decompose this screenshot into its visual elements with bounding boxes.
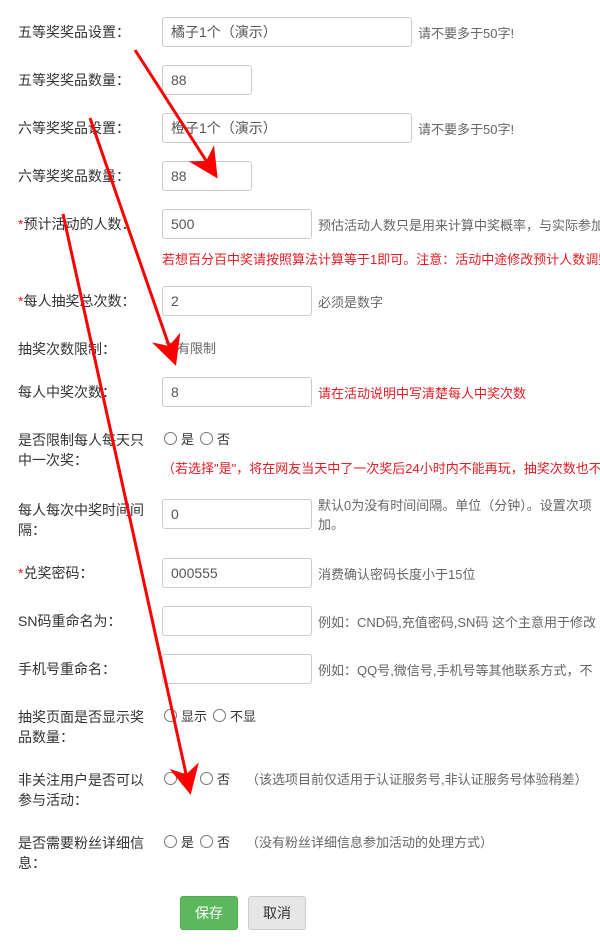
note-daily-one: （若选择"是"，将在网友当天中了一次奖后24小时内不能再玩，抽奖次数也不	[162, 458, 600, 477]
row-redeem: *兑奖密码： 消费确认密码长度小于15位	[0, 549, 600, 597]
label-total-draws: *每人抽奖总次数：	[0, 286, 162, 311]
hint-prize6: 请不要多于50字!	[418, 119, 514, 138]
button-row: 保存 取消	[180, 882, 600, 930]
label-prize6: 六等奖奖品设置：	[0, 113, 162, 138]
input-sn-rename[interactable]	[162, 606, 312, 636]
label-redeem: *兑奖密码：	[0, 558, 162, 583]
hint-prize5: 请不要多于50字!	[418, 23, 514, 42]
radio-hide[interactable]: 不显	[211, 706, 256, 725]
radio-fans-yes[interactable]: 是	[162, 832, 194, 851]
input-prize6[interactable]	[162, 113, 412, 143]
row-prize6-qty: 六等奖奖品数量：	[0, 152, 600, 200]
text-draw-limit: 没有限制	[164, 334, 216, 357]
input-redeem[interactable]	[162, 558, 312, 588]
label-nonfollow: 非关注用户是否可以参与活动：	[0, 765, 162, 810]
label-show-qty: 抽奖页面是否显示奖品数量：	[0, 702, 162, 747]
hint-win-times: 请在活动说明中写清楚每人中奖次数	[318, 383, 526, 402]
label-est-people: *预计活动的人数：	[0, 209, 162, 234]
row-interval: 每人每次中奖时间间隔： 默认0为没有时间间隔。单位（分钟）。设置次项加。	[0, 486, 600, 549]
row-need-fans: 是否需要粉丝详细信息： 是 否 （没有粉丝详细信息参加活动的处理方式）	[0, 819, 600, 882]
hint-total-draws: 必须是数字	[318, 292, 383, 311]
input-phone-rename[interactable]	[162, 654, 312, 684]
save-button[interactable]: 保存	[180, 896, 238, 930]
input-win-times[interactable]	[162, 377, 312, 407]
hint-interval: 默认0为没有时间间隔。单位（分钟）。设置次项加。	[318, 495, 600, 533]
label-sn-rename: SN码重命名为：	[0, 606, 162, 631]
row-total-draws: *每人抽奖总次数： 必须是数字	[0, 277, 600, 325]
row-est-people: *预计活动的人数： 预估活动人数只是用来计算中奖概率，与实际参加 若想百分百中奖…	[0, 200, 600, 277]
note-est-people: 若想百分百中奖请按照算法计算等于1即可。注意：活动中途修改预计人数调整	[162, 249, 600, 268]
row-phone-rename: 手机号重命名： 例如：QQ号,微信号,手机号等其他联系方式，不	[0, 645, 600, 693]
input-est-people[interactable]	[162, 209, 312, 239]
row-nonfollow: 非关注用户是否可以参与活动： 是 否 （该选项目前仅适用于认证服务号,非认证服务…	[0, 756, 600, 819]
hint-fans: （没有粉丝详细信息参加活动的处理方式）	[246, 832, 493, 851]
row-sn-rename: SN码重命名为： 例如：CND码,充值密码,SN码 这个主意用于修改	[0, 597, 600, 645]
hint-est-people: 预估活动人数只是用来计算中奖概率，与实际参加	[318, 215, 600, 234]
row-prize6: 六等奖奖品设置： 请不要多于50字!	[0, 104, 600, 152]
label-interval: 每人每次中奖时间间隔：	[0, 495, 162, 540]
row-prize5: 五等奖奖品设置： 请不要多于50字!	[0, 8, 600, 56]
cancel-button[interactable]: 取消	[248, 896, 306, 930]
input-prize6-qty[interactable]	[162, 161, 252, 191]
row-prize5-qty: 五等奖奖品数量：	[0, 56, 600, 104]
label-win-times: 每人中奖次数：	[0, 377, 162, 402]
row-draw-limit: 抽奖次数限制： 没有限制	[0, 325, 600, 368]
label-prize6-qty: 六等奖奖品数量：	[0, 161, 162, 186]
input-total-draws[interactable]	[162, 286, 312, 316]
label-prize5: 五等奖奖品设置：	[0, 17, 162, 42]
label-draw-limit: 抽奖次数限制：	[0, 334, 162, 359]
label-daily-one: 是否限制每人每天只中一次奖：	[0, 425, 162, 470]
row-daily-one: 是否限制每人每天只中一次奖： 是 否 （若选择"是"，将在网友当天中了一次奖后2…	[0, 416, 600, 486]
radio-nonfollow-no[interactable]: 否	[198, 769, 230, 788]
label-need-fans: 是否需要粉丝详细信息：	[0, 828, 162, 873]
hint-nonfollow: （该选项目前仅适用于认证服务号,非认证服务号体验稍差）	[246, 769, 588, 788]
radio-fans-no[interactable]: 否	[198, 832, 230, 851]
radio-daily-yes[interactable]: 是	[162, 429, 194, 448]
row-show-qty: 抽奖页面是否显示奖品数量： 显示 不显	[0, 693, 600, 756]
radio-nonfollow-yes[interactable]: 是	[162, 769, 194, 788]
input-interval[interactable]	[162, 499, 312, 529]
hint-sn-rename: 例如：CND码,充值密码,SN码 这个主意用于修改	[318, 612, 596, 631]
settings-form: 五等奖奖品设置： 请不要多于50字! 五等奖奖品数量： 六等奖奖品设置： 请不要…	[0, 0, 600, 950]
row-win-times: 每人中奖次数： 请在活动说明中写清楚每人中奖次数	[0, 368, 600, 416]
input-prize5-qty[interactable]	[162, 65, 252, 95]
label-prize5-qty: 五等奖奖品数量：	[0, 65, 162, 90]
hint-redeem: 消费确认密码长度小于15位	[318, 564, 475, 583]
label-phone-rename: 手机号重命名：	[0, 654, 162, 679]
radio-show[interactable]: 显示	[162, 706, 207, 725]
radio-daily-no[interactable]: 否	[198, 429, 230, 448]
hint-phone-rename: 例如：QQ号,微信号,手机号等其他联系方式，不	[318, 660, 592, 679]
input-prize5[interactable]	[162, 17, 412, 47]
